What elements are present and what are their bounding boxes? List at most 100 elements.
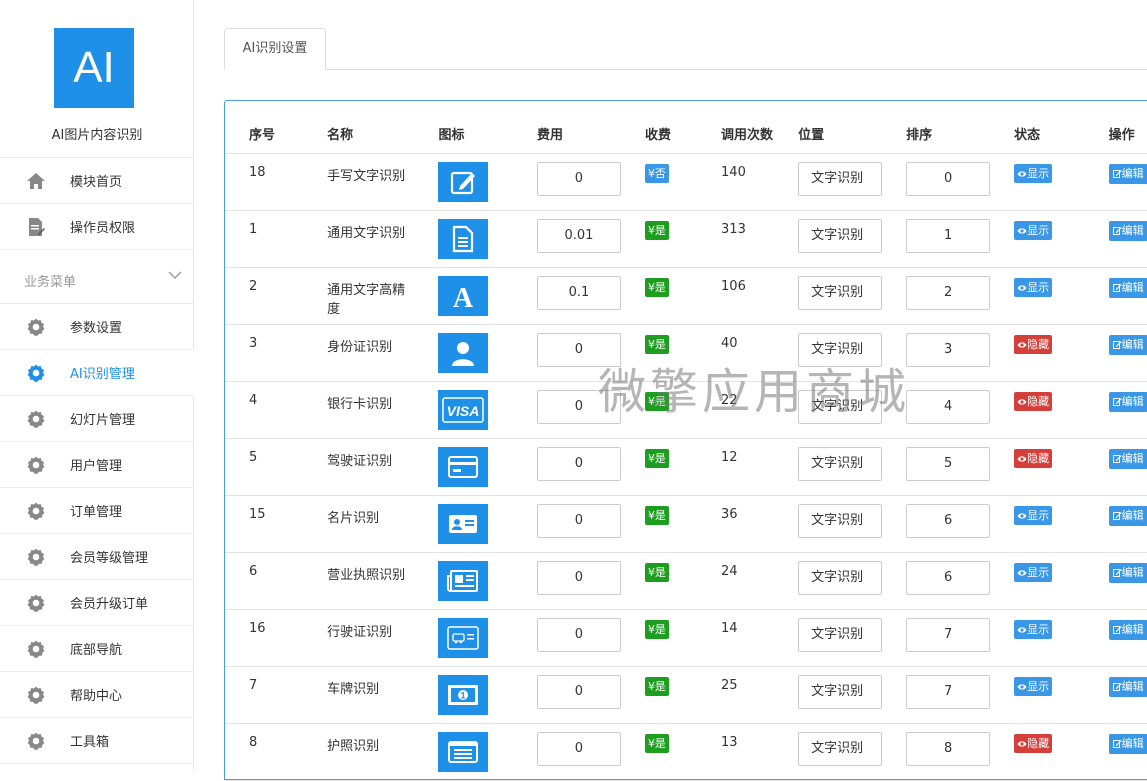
sort-input[interactable]: 3 xyxy=(906,332,991,367)
position-select[interactable]: 文字识别 xyxy=(798,674,883,709)
sort-input[interactable]: 2 xyxy=(906,275,991,310)
status-toggle-button[interactable]: 隐藏 xyxy=(1014,391,1053,411)
sidebar-item-3[interactable]: 用户管理 xyxy=(0,442,194,488)
position-select[interactable]: 文字识别 xyxy=(798,275,883,310)
edit-button[interactable]: 编辑 xyxy=(1108,220,1147,241)
edit-button[interactable]: 编辑 xyxy=(1108,163,1147,184)
cell-id: 16 xyxy=(225,609,304,667)
cell-status: 隐藏 xyxy=(990,324,1085,382)
edit-icon xyxy=(1112,167,1122,180)
charge-badge[interactable]: ¥是 xyxy=(644,676,669,696)
edit-button[interactable]: 编辑 xyxy=(1108,676,1147,697)
status-label: 显示 xyxy=(1027,508,1050,522)
position-select[interactable]: 文字识别 xyxy=(798,503,883,538)
sort-input[interactable]: 7 xyxy=(906,617,991,652)
edit-button[interactable]: 编辑 xyxy=(1108,505,1147,526)
status-toggle-button[interactable]: 显示 xyxy=(1014,676,1053,696)
fee-input[interactable]: 0.1 xyxy=(536,275,621,310)
sidebar-item-2[interactable]: 幻灯片管理 xyxy=(0,396,194,442)
sidebar-item-home[interactable]: 模块首页 xyxy=(0,158,194,204)
sidebar-item-4[interactable]: 订单管理 xyxy=(0,488,194,534)
status-toggle-button[interactable]: 显示 xyxy=(1014,277,1053,297)
charge-badge[interactable]: ¥是 xyxy=(644,391,669,411)
fee-input[interactable]: 0 xyxy=(536,617,621,652)
fee-input[interactable]: 0.01 xyxy=(536,218,621,253)
sort-input[interactable]: 5 xyxy=(906,446,991,481)
position-select[interactable]: 文字识别 xyxy=(798,218,883,253)
sidebar-item-8[interactable]: 帮助中心 xyxy=(0,672,194,718)
charge-badge[interactable]: ¥是 xyxy=(644,448,669,468)
sort-input[interactable]: 8 xyxy=(906,731,991,766)
edit-icon xyxy=(1112,395,1122,408)
position-select[interactable]: 文字识别 xyxy=(798,446,883,481)
edit-button[interactable]: 编辑 xyxy=(1108,733,1147,754)
position-select[interactable]: 文字识别 xyxy=(798,389,883,424)
sidebar-item-operator-permissions[interactable]: 操作员权限 xyxy=(0,204,194,250)
edit-button[interactable]: 编辑 xyxy=(1108,277,1147,298)
status-toggle-button[interactable]: 显示 xyxy=(1014,619,1053,639)
charge-badge[interactable]: ¥是 xyxy=(644,220,669,240)
status-toggle-button[interactable]: 隐藏 xyxy=(1014,334,1053,354)
edit-button[interactable]: 编辑 xyxy=(1108,448,1147,469)
sidebar-item-9[interactable]: 工具箱 xyxy=(0,718,194,764)
position-select[interactable]: 文字识别 xyxy=(798,560,883,595)
position-select[interactable]: 文字识别 xyxy=(798,617,883,652)
tab-ai-recognition-settings[interactable]: AI识别设置 xyxy=(224,28,326,70)
charge-badge[interactable]: ¥是 xyxy=(644,619,669,639)
charge-badge[interactable]: ¥否 xyxy=(644,163,669,183)
status-toggle-button[interactable]: 显示 xyxy=(1014,505,1053,525)
fee-input[interactable]: 0 xyxy=(536,731,621,766)
cell-action: 编辑 xyxy=(1084,381,1147,439)
fee-input[interactable]: 0 xyxy=(536,560,621,595)
edit-button[interactable]: 编辑 xyxy=(1108,619,1147,640)
edit-button[interactable]: 编辑 xyxy=(1108,391,1147,412)
edit-button[interactable]: 编辑 xyxy=(1108,562,1147,583)
sort-input[interactable]: 0 xyxy=(906,161,991,196)
cell-charge: ¥是 xyxy=(620,552,698,610)
sort-input[interactable]: 7 xyxy=(906,674,991,709)
status-toggle-button[interactable]: 显示 xyxy=(1014,163,1053,183)
document-edit-icon xyxy=(25,216,47,238)
fee-input[interactable]: 0 xyxy=(536,389,621,424)
eye-icon xyxy=(1017,338,1027,351)
letter-a-icon: A xyxy=(438,275,489,316)
status-toggle-button[interactable]: 显示 xyxy=(1014,220,1053,240)
fee-input[interactable]: 0 xyxy=(536,161,621,196)
position-select[interactable]: 文字识别 xyxy=(798,161,883,196)
cell-calls: 25 xyxy=(697,666,775,724)
sort-input[interactable]: 4 xyxy=(906,389,991,424)
sidebar-item-6[interactable]: 会员升级订单 xyxy=(0,580,194,626)
fee-input[interactable]: 0 xyxy=(536,446,621,481)
app-logo: AI xyxy=(54,28,134,108)
fee-input[interactable]: 0 xyxy=(536,332,621,367)
status-toggle-button[interactable]: 隐藏 xyxy=(1014,448,1053,468)
header-name: 名称 xyxy=(303,115,415,154)
sort-input[interactable]: 6 xyxy=(906,503,991,538)
position-select[interactable]: 文字识别 xyxy=(798,731,883,766)
cell-charge: ¥是 xyxy=(620,267,698,325)
cell-calls: 313 xyxy=(697,210,775,268)
sidebar-item-5[interactable]: 会员等级管理 xyxy=(0,534,194,580)
sidebar-item-label: 参数设置 xyxy=(70,321,123,336)
sidebar-item-0[interactable]: 参数设置 xyxy=(0,304,194,350)
fee-input[interactable]: 0 xyxy=(536,503,621,538)
charge-badge[interactable]: ¥是 xyxy=(644,505,669,525)
sort-input[interactable]: 6 xyxy=(906,560,991,595)
cell-sort: 6 xyxy=(882,552,991,610)
sort-input[interactable]: 1 xyxy=(906,218,991,253)
position-select[interactable]: 文字识别 xyxy=(798,332,883,367)
sidebar-item-7[interactable]: 底部导航 xyxy=(0,626,194,672)
charge-badge[interactable]: ¥是 xyxy=(644,562,669,582)
sidebar-item-1[interactable]: AI识别管理 xyxy=(0,350,194,396)
charge-badge[interactable]: ¥是 xyxy=(644,277,669,297)
section-label: 业务菜单 xyxy=(24,275,77,290)
charge-badge[interactable]: ¥是 xyxy=(644,733,669,753)
status-toggle-button[interactable]: 隐藏 xyxy=(1014,733,1053,753)
fee-input[interactable]: 0 xyxy=(536,674,621,709)
charge-badge[interactable]: ¥是 xyxy=(644,334,669,354)
edit-button[interactable]: 编辑 xyxy=(1108,334,1147,355)
sidebar-section-business-menu[interactable]: 业务菜单 xyxy=(0,256,194,304)
status-toggle-button[interactable]: 显示 xyxy=(1014,562,1053,582)
edit-icon xyxy=(1112,338,1122,351)
cell-fee: 0 xyxy=(512,666,621,724)
